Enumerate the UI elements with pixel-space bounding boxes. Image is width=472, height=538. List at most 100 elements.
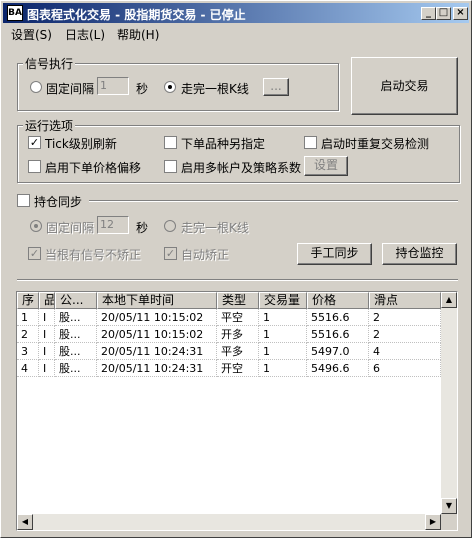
cell-order-time: 20/05/11 10:15:02 [97, 326, 217, 343]
cell-type: 开空 [217, 360, 259, 377]
sync-fixed-interval-radio[interactable] [30, 220, 42, 232]
column-header-index[interactable]: 序 [17, 292, 39, 309]
manual-sync-button[interactable]: 手工同步 [297, 243, 372, 265]
cell-price: 5516.6 [307, 326, 369, 343]
multi-account-checkbox[interactable] [164, 160, 177, 173]
cell-index: 4 [17, 360, 39, 377]
no-correct-checkbox[interactable]: ✓ [28, 247, 41, 260]
cell-product: I [39, 343, 55, 360]
list-divider [17, 279, 458, 281]
separate-specify-checkbox[interactable] [164, 136, 177, 149]
signal-dots-button[interactable]: ... [263, 78, 289, 96]
scrollbar-corner [441, 514, 457, 530]
position-sync-checkbox[interactable] [17, 194, 30, 207]
table-row[interactable]: 2 I 股... 20/05/11 10:15:02 开多 1 5516.6 2 [17, 326, 443, 343]
signal-fixed-interval-label: 固定间隔 [46, 82, 95, 96]
cell-index: 2 [17, 326, 39, 343]
cell-type: 平多 [217, 343, 259, 360]
menu-log[interactable]: 日志(L) [65, 26, 105, 43]
cell-price: 5516.6 [307, 309, 369, 326]
cell-type: 平空 [217, 309, 259, 326]
order-list-header: 序 品 公... 本地下单时间 类型 交易量 价格 滑点 [17, 292, 457, 309]
table-row[interactable]: 3 I 股... 20/05/11 10:24:31 平多 1 5497.0 4 [17, 343, 443, 360]
cell-index: 1 [17, 309, 39, 326]
cell-company: 股... [55, 309, 97, 326]
title-bar[interactable]: BA 图表程式化交易 - 股指期货交易 - 已停止 _ □ × [3, 3, 469, 23]
cell-company: 股... [55, 343, 97, 360]
cell-order-time: 20/05/11 10:24:31 [97, 360, 217, 377]
column-header-order-time[interactable]: 本地下单时间 [97, 292, 217, 309]
signal-interval-input[interactable]: 1 [97, 77, 129, 95]
scroll-up-icon[interactable]: ▲ [441, 292, 457, 308]
cell-price: 5497.0 [307, 343, 369, 360]
sync-fixed-interval-label: 固定间隔 [46, 221, 95, 235]
table-row[interactable]: 1 I 股... 20/05/11 10:15:02 平空 1 5516.6 2 [17, 309, 443, 326]
price-offset-checkbox[interactable] [28, 160, 41, 173]
menu-help[interactable]: 帮助(H) [117, 26, 159, 43]
cell-index: 3 [17, 343, 39, 360]
horizontal-scrollbar[interactable]: ◀ ▶ [17, 514, 441, 530]
tick-refresh-label: Tick级别刷新 [45, 137, 117, 151]
cell-order-time: 20/05/11 10:24:31 [97, 343, 217, 360]
cell-product: I [39, 326, 55, 343]
cell-order-time: 20/05/11 10:15:02 [97, 309, 217, 326]
vertical-scrollbar[interactable]: ▲ ▼ [441, 292, 457, 514]
column-header-product[interactable]: 品 [39, 292, 55, 309]
cell-volume: 1 [259, 326, 307, 343]
no-correct-label: 当根有信号不矫正 [45, 248, 142, 262]
cell-volume: 1 [259, 343, 307, 360]
restart-check-label: 启动时重复交易检测 [321, 137, 430, 151]
multi-account-label: 启用多帐户及策略系数 [181, 161, 302, 175]
scroll-left-icon[interactable]: ◀ [17, 514, 33, 530]
signal-fixed-interval-radio[interactable] [30, 81, 42, 93]
app-icon: BA [7, 5, 23, 21]
cell-product: I [39, 309, 55, 326]
cell-product: I [39, 360, 55, 377]
cell-type: 开多 [217, 326, 259, 343]
window-title: 图表程式化交易 - 股指期货交易 - 已停止 [27, 8, 246, 22]
cell-price: 5496.6 [307, 360, 369, 377]
order-list[interactable]: 序 品 公... 本地下单时间 类型 交易量 价格 滑点 1 I 股... 20… [16, 291, 458, 531]
column-header-slippage[interactable]: 滑点 [369, 292, 441, 309]
menu-settings[interactable]: 设置(S) [11, 26, 52, 43]
sync-seconds-label: 秒 [136, 221, 149, 235]
signal-group-label: 信号执行 [23, 55, 76, 72]
close-button[interactable]: × [453, 7, 468, 20]
cell-company: 股... [55, 326, 97, 343]
scroll-right-icon[interactable]: ▶ [425, 514, 441, 530]
tick-refresh-checkbox[interactable]: ✓ [28, 136, 41, 149]
run-options-label: 运行选项 [23, 117, 76, 134]
cell-slippage: 2 [369, 309, 441, 326]
cell-company: 股... [55, 360, 97, 377]
start-trading-button[interactable]: 启动交易 [351, 57, 458, 115]
scroll-down-icon[interactable]: ▼ [441, 498, 457, 514]
auto-correct-label: 自动矫正 [181, 248, 230, 262]
position-sync-divider [89, 200, 458, 202]
position-monitor-button[interactable]: 持仓监控 [382, 243, 457, 265]
cell-slippage: 2 [369, 326, 441, 343]
column-header-type[interactable]: 类型 [217, 292, 259, 309]
signal-seconds-label: 秒 [136, 82, 149, 96]
table-row[interactable]: 4 I 股... 20/05/11 10:24:31 开空 1 5496.6 6 [17, 360, 443, 377]
column-header-price[interactable]: 价格 [307, 292, 369, 309]
maximize-button[interactable]: □ [436, 7, 451, 20]
menu-bar: 设置(S) 日志(L) 帮助(H) [3, 24, 469, 42]
price-offset-label: 启用下单价格偏移 [45, 161, 142, 175]
cell-slippage: 4 [369, 343, 441, 360]
signal-bar-close-radio[interactable] [164, 81, 176, 93]
sync-bar-close-label: 走完一根K线 [181, 221, 249, 235]
separate-specify-label: 下单品种另指定 [181, 137, 266, 151]
restart-check-checkbox[interactable] [304, 136, 317, 149]
sync-interval-input[interactable]: 12 [97, 216, 129, 234]
position-sync-label: 持仓同步 [34, 195, 83, 209]
main-window: BA 图表程式化交易 - 股指期货交易 - 已停止 _ □ × 设置(S) 日志… [0, 0, 472, 538]
sync-bar-close-radio[interactable] [164, 220, 176, 232]
minimize-button[interactable]: _ [421, 7, 436, 20]
cell-slippage: 6 [369, 360, 441, 377]
signal-bar-close-label: 走完一根K线 [181, 82, 249, 96]
column-header-company[interactable]: 公... [55, 292, 97, 309]
cell-volume: 1 [259, 360, 307, 377]
column-header-volume[interactable]: 交易量 [259, 292, 307, 309]
auto-correct-checkbox[interactable]: ✓ [164, 247, 177, 260]
run-settings-button[interactable]: 设置 [304, 156, 348, 176]
